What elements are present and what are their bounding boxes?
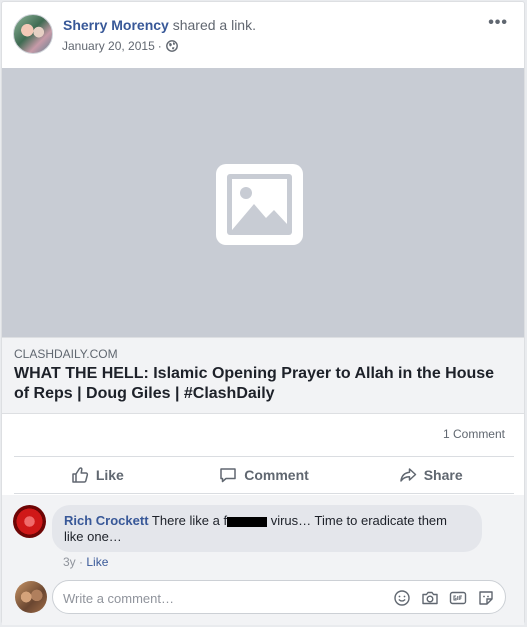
comment-input[interactable] bbox=[63, 589, 383, 607]
link-domain: CLASHDAILY.COM bbox=[14, 347, 118, 361]
comments-section: Rich Crockett There like a f virus… Time… bbox=[2, 495, 524, 625]
comment-button[interactable]: Comment bbox=[181, 466, 348, 484]
post-headline: Sherry Morency shared a link. bbox=[63, 17, 256, 33]
post-date[interactable]: January 20, 2015 bbox=[62, 39, 155, 53]
link-title[interactable]: WHAT THE HELL: Islamic Opening Prayer to… bbox=[14, 364, 512, 404]
share-arrow-icon bbox=[399, 468, 416, 482]
emoji-icon[interactable] bbox=[393, 589, 411, 607]
comment-like-link[interactable]: Like bbox=[86, 555, 108, 569]
comment-text-start: There like a f bbox=[151, 513, 228, 528]
comment-bubble-icon bbox=[220, 468, 236, 483]
post-action-text: shared a link. bbox=[172, 17, 256, 33]
commenter-name[interactable]: Rich Crockett bbox=[64, 513, 149, 528]
meta-separator: · bbox=[157, 39, 162, 53]
comment-meta: 3y · Like bbox=[63, 555, 108, 569]
comment-meta-separator: · bbox=[79, 555, 84, 569]
link-preview-meta[interactable]: CLASHDAILY.COM WHAT THE HELL: Islamic Op… bbox=[2, 337, 524, 414]
redaction-bar bbox=[227, 516, 268, 527]
author-avatar[interactable] bbox=[13, 14, 53, 54]
post-actions-bar: Like Comment Share bbox=[14, 456, 514, 494]
like-button[interactable]: Like bbox=[14, 466, 181, 484]
thumbs-up-icon bbox=[72, 467, 88, 483]
comment-label: Comment bbox=[244, 467, 309, 483]
gif-icon[interactable] bbox=[449, 589, 467, 607]
current-user-avatar bbox=[15, 581, 47, 613]
camera-icon[interactable] bbox=[421, 589, 439, 607]
composer-icons bbox=[393, 589, 495, 607]
share-label: Share bbox=[423, 467, 463, 483]
globe-icon[interactable] bbox=[165, 40, 178, 52]
author-name[interactable]: Sherry Morency bbox=[63, 17, 169, 33]
post-header: Sherry Morency shared a link. January 20… bbox=[2, 2, 524, 68]
sticker-icon[interactable] bbox=[477, 589, 495, 607]
image-placeholder-icon bbox=[216, 164, 303, 245]
comment-composer[interactable] bbox=[52, 580, 506, 614]
commenter-avatar[interactable] bbox=[13, 505, 46, 538]
share-button[interactable]: Share bbox=[347, 466, 514, 484]
comment-age[interactable]: 3y bbox=[63, 555, 76, 569]
more-options-icon[interactable]: ••• bbox=[488, 14, 508, 32]
post-meta: January 20, 2015 · bbox=[62, 39, 178, 53]
post-card: Sherry Morency shared a link. January 20… bbox=[1, 1, 525, 625]
like-label: Like bbox=[95, 467, 124, 483]
comment-count[interactable]: 1 Comment bbox=[443, 427, 505, 441]
link-preview-image[interactable] bbox=[2, 68, 524, 337]
comment-bubble: Rich Crockett There like a f virus… Time… bbox=[52, 505, 482, 552]
